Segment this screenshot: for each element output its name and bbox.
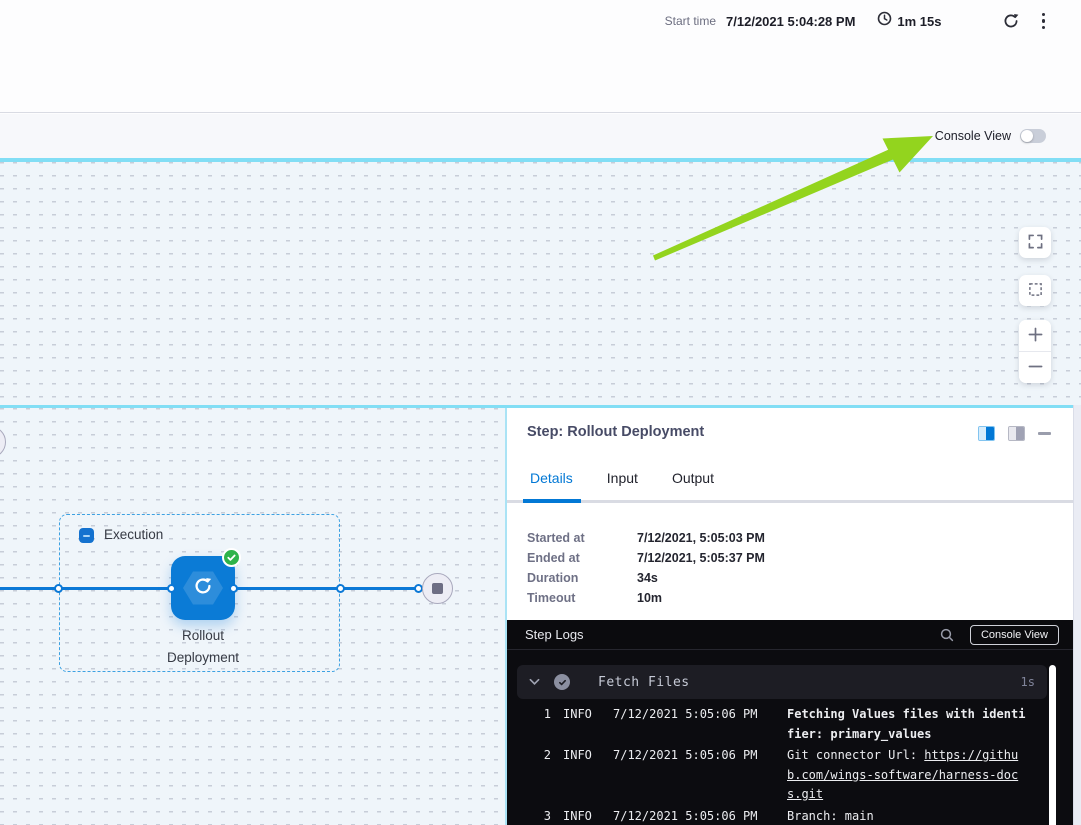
search-icon[interactable]	[940, 628, 954, 642]
zoom-in-button[interactable]	[1019, 320, 1051, 351]
tab-output[interactable]: Output	[672, 464, 714, 492]
kebab-menu-icon[interactable]	[1042, 13, 1046, 30]
step-details-list: Started at 7/12/2021, 5:05:03 PM Ended a…	[527, 528, 1073, 608]
elapsed-value: 1m 15s	[897, 14, 941, 29]
fit-view-icon	[1028, 282, 1043, 300]
stop-node[interactable]	[422, 573, 453, 604]
panel-layout-icon[interactable]	[1008, 426, 1025, 441]
step-graph-canvas[interactable]: Execution Rollout Deployment	[0, 408, 507, 825]
edge-connector	[167, 584, 176, 593]
edge-connector	[54, 584, 63, 593]
minus-icon	[1028, 359, 1043, 377]
start-time-value: 7/12/2021 5:04:28 PM	[726, 14, 855, 29]
expand-icon	[1028, 234, 1043, 252]
canvas-zoom-controls	[1019, 227, 1051, 383]
check-circle-icon	[554, 674, 570, 690]
tabs-divider	[507, 500, 1073, 503]
top-bar: Start time 7/12/2021 5:04:28 PM 1m 15s	[0, 0, 1081, 113]
panel-scroll-gutter[interactable]	[1073, 405, 1081, 825]
start-time-label: Start time	[665, 14, 716, 28]
log-section-name: Fetch Files	[598, 675, 1021, 690]
panel-header: Step: Rollout Deployment	[507, 408, 1073, 450]
detail-row-ended-at: Ended at 7/12/2021, 5:05:37 PM	[527, 548, 1073, 568]
log-line: 1 INFO 7/12/2021 5:05:06 PM Fetching Val…	[507, 705, 1073, 744]
stop-icon	[432, 583, 443, 594]
console-view-label: Console View	[935, 129, 1011, 143]
step-logs-panel: Step Logs Console View Fetch Files 1s 1	[507, 620, 1073, 825]
stage-divider-bottom	[0, 405, 1081, 408]
clock-icon	[877, 11, 892, 31]
log-section-fetch-files[interactable]: Fetch Files 1s	[517, 665, 1047, 699]
execution-meta: Start time 7/12/2021 5:04:28 PM 1m 15s	[665, 9, 1045, 33]
log-section-duration: 1s	[1021, 675, 1035, 689]
edge-connector	[229, 584, 238, 593]
log-line: 3 INFO 7/12/2021 5:05:06 PM Branch: main	[507, 807, 1073, 825]
detail-row-timeout: Timeout 10m	[527, 588, 1073, 608]
tab-input[interactable]: Input	[607, 464, 638, 492]
console-view-toggle[interactable]	[1020, 129, 1046, 143]
split-view-icon[interactable]	[978, 426, 995, 441]
edge-connector	[336, 584, 345, 593]
tab-details[interactable]: Details	[530, 464, 573, 492]
console-view-band: Console View	[0, 114, 1081, 158]
step-logs-title: Step Logs	[525, 627, 940, 642]
fit-to-screen-button[interactable]	[1019, 275, 1051, 306]
panel-tabs: Details Input Output	[507, 464, 1073, 492]
elapsed-time: 1m 15s	[877, 11, 941, 31]
refresh-button[interactable]	[1002, 12, 1020, 30]
minus-icon	[83, 535, 90, 537]
fullscreen-button[interactable]	[1019, 227, 1051, 258]
chevron-down-icon	[529, 678, 540, 686]
toggle-knob	[1021, 130, 1033, 142]
console-view-button[interactable]: Console View	[970, 625, 1059, 645]
active-tab-indicator	[523, 499, 581, 503]
plus-icon	[1028, 327, 1043, 345]
minimize-icon	[1038, 432, 1051, 435]
detail-row-started-at: Started at 7/12/2021, 5:05:03 PM	[527, 528, 1073, 548]
execution-group-label: Execution	[104, 527, 163, 542]
rollout-deployment-node[interactable]	[171, 556, 235, 620]
panel-title: Step: Rollout Deployment	[527, 424, 704, 440]
zoom-out-button[interactable]	[1019, 352, 1051, 383]
detail-row-duration: Duration 34s	[527, 568, 1073, 588]
logs-scrollbar-thumb[interactable]	[1049, 665, 1056, 825]
hexagon-shape	[183, 570, 223, 606]
pipeline-canvas-upper[interactable]	[0, 162, 1081, 405]
log-entries: 1 INFO 7/12/2021 5:05:06 PM Fetching Val…	[507, 705, 1073, 825]
minimize-panel-button[interactable]	[1038, 427, 1052, 441]
collapse-group-button[interactable]	[79, 528, 94, 543]
pipeline-execution-page: Start time 7/12/2021 5:04:28 PM 1m 15s C…	[0, 0, 1081, 825]
log-line: 2 INFO 7/12/2021 5:05:06 PM Git connecto…	[507, 746, 1073, 805]
step-details-panel: Step: Rollout Deployment Details Input O…	[507, 408, 1073, 825]
start-node-partial	[0, 426, 6, 458]
success-badge-icon	[222, 548, 241, 567]
step-logs-header: Step Logs Console View	[507, 620, 1073, 650]
node-label: Rollout Deployment	[133, 625, 273, 669]
